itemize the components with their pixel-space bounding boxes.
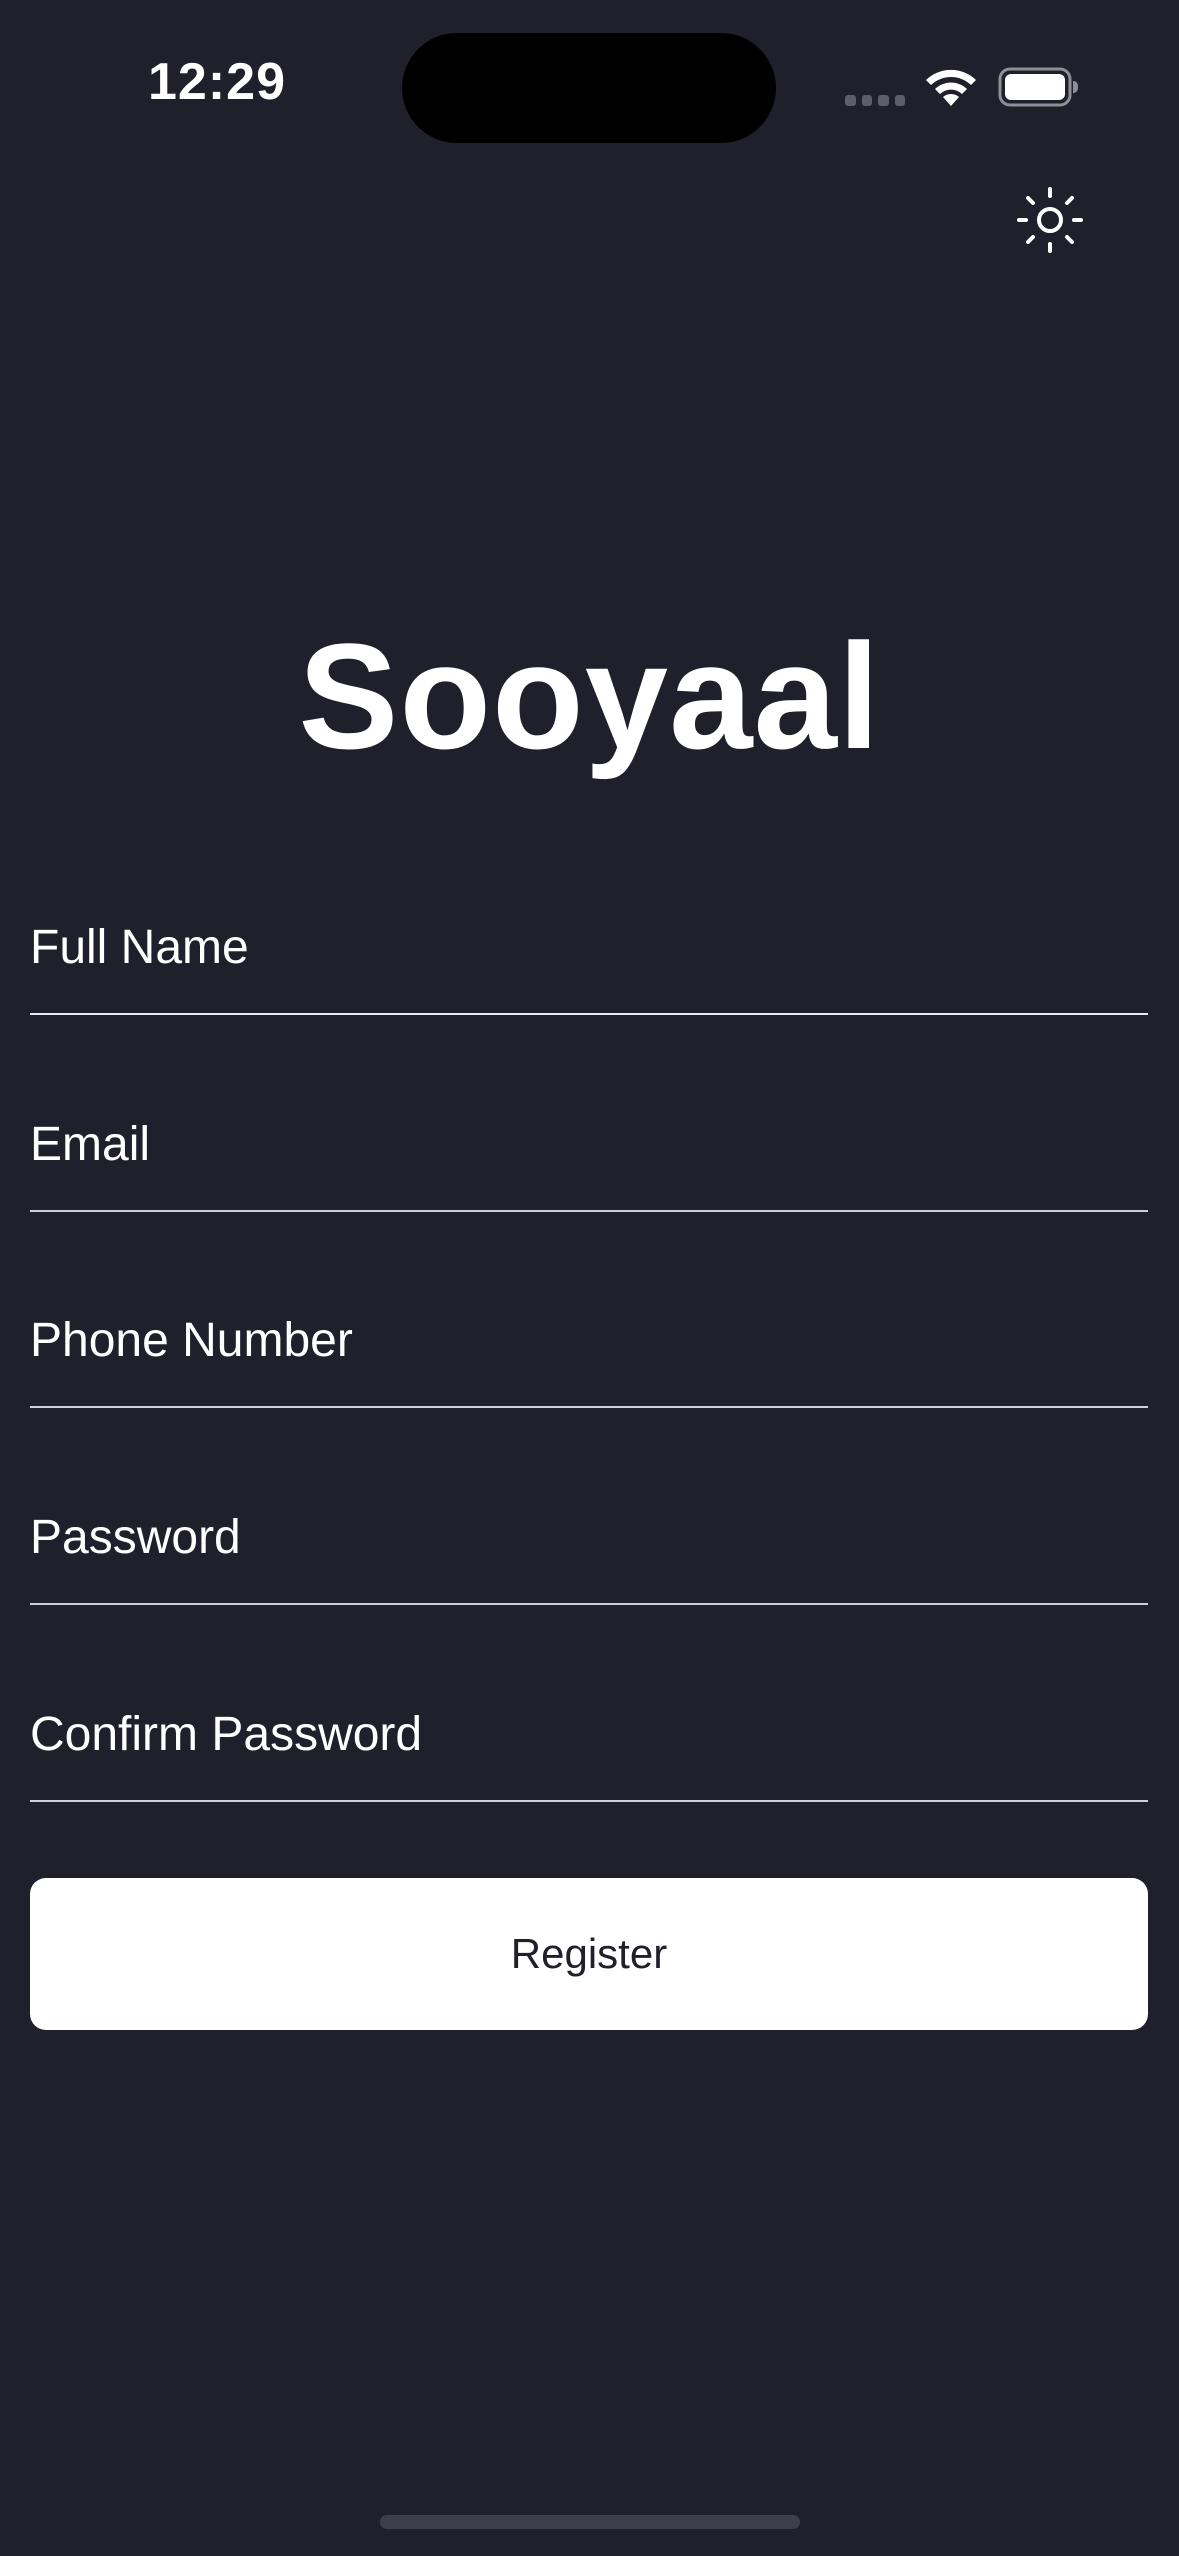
- email-field-container: [30, 1092, 1148, 1212]
- register-button-label: Register: [510, 1930, 668, 1977]
- home-indicator[interactable]: [380, 2515, 800, 2529]
- full-name-input[interactable]: [30, 920, 1148, 975]
- wifi-icon: [926, 69, 976, 106]
- phone-number-field-container: [30, 1288, 1148, 1408]
- cellular-signal-icon: [845, 95, 905, 107]
- app-title: Sooyaal: [298, 612, 881, 780]
- full-name-field-container: [30, 895, 1148, 1015]
- dynamic-island: [402, 33, 776, 143]
- battery-icon: [998, 67, 1078, 107]
- password-field-container: [30, 1485, 1148, 1605]
- confirm-password-field-container: [30, 1682, 1148, 1802]
- phone-number-input[interactable]: [30, 1313, 1148, 1368]
- register-button[interactable]: Register: [30, 1878, 1148, 2030]
- password-input[interactable]: [30, 1510, 1148, 1565]
- status-bar-time: 12:29: [148, 53, 286, 111]
- sun-icon[interactable]: [1016, 186, 1084, 254]
- email-input[interactable]: [30, 1117, 1148, 1172]
- confirm-password-input[interactable]: [30, 1707, 1148, 1762]
